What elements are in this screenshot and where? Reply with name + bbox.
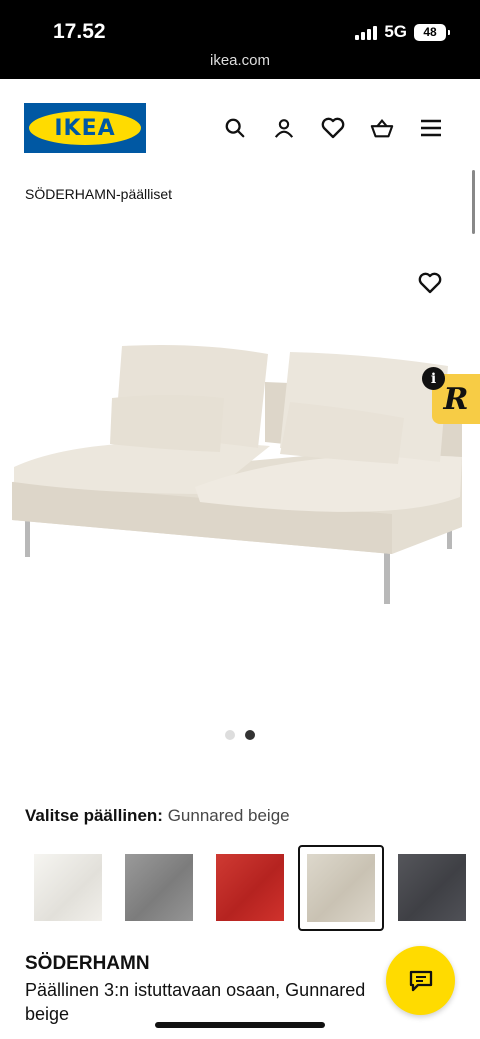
battery-icon: 48 [414, 23, 450, 41]
product-description: Päällinen 3:n istuttavaan osaan, Gunnare… [25, 980, 366, 1024]
cover-selection-label: Valitse päällinen: Gunnared beige [25, 806, 290, 826]
product-name: SÖDERHAMN [25, 953, 150, 974]
sofa-illustration [12, 345, 462, 604]
status-time: 17.52 [53, 20, 106, 43]
scrollbar[interactable] [472, 170, 475, 234]
swatch-white[interactable] [34, 854, 102, 921]
chat-button[interactable] [386, 946, 455, 1015]
swatch-grey[interactable] [125, 854, 193, 921]
menu-icon[interactable] [419, 116, 443, 140]
cover-selected-value: Gunnared beige [167, 806, 290, 825]
carousel-dots [225, 730, 255, 740]
home-indicator[interactable] [155, 1022, 325, 1028]
heart-icon[interactable] [321, 116, 345, 140]
status-bar: 17.52 5G 48 ikea.com [0, 0, 480, 79]
logo-text: IKEA [29, 111, 141, 145]
swatch-red[interactable] [216, 854, 284, 921]
chat-icon [409, 970, 432, 991]
signal-icon [355, 24, 378, 40]
swatch-gunnared-beige[interactable] [298, 845, 384, 931]
cover-label-title: Valitse päällinen: [25, 806, 163, 825]
carousel-dot[interactable] [225, 730, 235, 740]
status-indicators: 5G 48 [355, 22, 450, 42]
carousel-dot-active[interactable] [245, 730, 255, 740]
url-bar[interactable]: ikea.com [0, 52, 480, 69]
search-icon[interactable] [223, 116, 247, 140]
account-icon[interactable] [272, 116, 296, 140]
info-icon[interactable]: i [422, 367, 445, 390]
cover-swatches [25, 845, 480, 931]
breadcrumb[interactable]: SÖDERHAMN-päälliset [25, 186, 172, 202]
header-actions [223, 116, 443, 140]
product-image[interactable] [0, 262, 480, 647]
network-label: 5G [384, 22, 407, 41]
ikea-logo[interactable]: IKEA [24, 103, 146, 153]
cart-icon[interactable] [370, 116, 394, 140]
swatch-dark-grey[interactable] [398, 854, 466, 921]
favorite-heart-icon[interactable] [418, 272, 442, 296]
